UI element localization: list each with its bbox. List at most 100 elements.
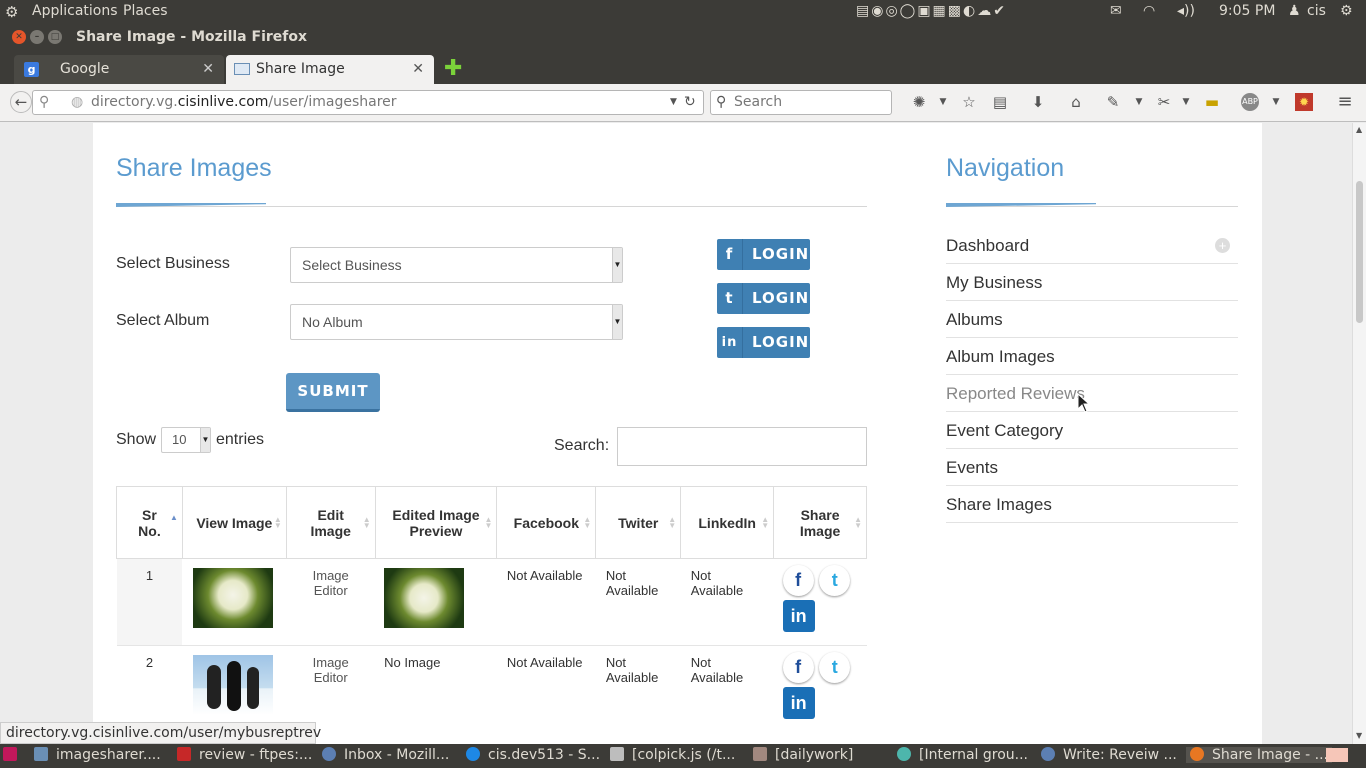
ruler-icon[interactable]: ▬ <box>1203 93 1221 111</box>
sidebar-item-reported-reviews[interactable]: Reported Reviews <box>946 375 1238 412</box>
workspace-switcher[interactable] <box>1326 748 1348 762</box>
share-linkedin-icon[interactable]: in <box>782 687 815 719</box>
applications-menu[interactable]: Applications <box>32 3 118 19</box>
new-tab-icon[interactable]: ✚ <box>444 56 462 81</box>
places-menu[interactable]: Places <box>123 3 168 19</box>
column-header-edited-preview[interactable]: Edited Image Preview ▲ ▼ <box>374 486 498 559</box>
site-identity-icon[interactable]: ⚲ <box>39 91 49 114</box>
sync-icon[interactable]: ✺ <box>910 93 928 111</box>
mail-icon[interactable]: ✉ <box>1110 3 1122 19</box>
sidebar-item-dashboard[interactable]: Dashboard + <box>946 227 1238 264</box>
page-scrollbar[interactable]: ▲ ▼ <box>1352 123 1366 744</box>
share-images-table: Sr No. ▲ View Image ▲ ▼ Edit Image ▲ ▼ Edited… <box>116 486 867 733</box>
sidebar-item-label: Share Images <box>946 495 1052 514</box>
taskbar-item[interactable]: imagesharer.... <box>34 747 161 763</box>
expand-plus-icon[interactable]: + <box>1215 238 1230 253</box>
chevron-down-icon[interactable]: ▼ <box>1130 93 1148 111</box>
taskbar-item[interactable]: review - ftpes:... <box>177 747 312 763</box>
select-album-dropdown[interactable]: No Album ▼ <box>290 304 623 340</box>
scroll-up-icon[interactable]: ▲ <box>1356 125 1362 134</box>
sidebar-item-album-images[interactable]: Album Images <box>946 338 1238 375</box>
cell-edit-image[interactable]: Image Editor <box>286 645 376 733</box>
menu-icon[interactable]: ≡ <box>1336 93 1354 111</box>
column-header-facebook[interactable]: Facebook ▲ ▼ <box>496 486 597 559</box>
home-icon[interactable]: ⌂ <box>1067 93 1085 111</box>
share-twitter-icon[interactable]: t <box>819 652 851 683</box>
volume-icon[interactable]: ◂)) <box>1177 3 1195 19</box>
close-tab-icon[interactable]: ✕ <box>412 55 424 83</box>
google-favicon-icon: g <box>24 62 39 77</box>
minimize-window-icon[interactable]: – <box>30 30 44 44</box>
page-title: Share Images <box>116 154 272 182</box>
wifi-icon[interactable]: ◠ <box>1143 3 1155 19</box>
share-twitter-icon[interactable]: t <box>819 565 851 596</box>
taskbar-item[interactable]: Inbox - Mozill... <box>322 747 449 763</box>
chevron-down-icon[interactable]: ▼ <box>1267 93 1285 111</box>
reload-icon[interactable]: ↻ <box>684 91 696 114</box>
column-header-linkedin[interactable]: LinkedIn ▲ ▼ <box>680 486 775 559</box>
cell-view-image <box>182 558 287 646</box>
taskbar-item-active[interactable]: Share Image - ... <box>1186 747 1332 763</box>
clock[interactable]: 9:05 PM <box>1219 3 1275 19</box>
facebook-login-button[interactable]: f LOGIN <box>717 239 810 270</box>
sidebar-item-events[interactable]: Events <box>946 449 1238 486</box>
column-header-sr-no[interactable]: Sr No. ▲ <box>116 486 183 559</box>
submit-button[interactable]: SUBMIT <box>286 373 380 412</box>
share-linkedin-icon[interactable]: in <box>782 600 815 632</box>
column-header-view-image[interactable]: View Image ▲ ▼ <box>181 486 287 559</box>
bookmarks-list-icon[interactable]: ▤ <box>991 93 1009 111</box>
url-history-dropdown-icon[interactable]: ▼ <box>670 91 677 114</box>
cell-edit-image[interactable]: Image Editor <box>286 558 376 646</box>
taskbar-item[interactable]: [Internal grou... <box>897 747 1028 763</box>
sidebar-item-my-business[interactable]: My Business <box>946 264 1238 301</box>
search-bar[interactable]: ⚲ Search <box>710 90 892 115</box>
sidebar-item-albums[interactable]: Albums <box>946 301 1238 338</box>
taskbar-item[interactable]: Write: Reveiw ... <box>1041 747 1177 763</box>
taskbar-item[interactable]: [colpick.js (/t... <box>610 747 735 763</box>
hydrangea-thumbnail[interactable] <box>193 568 274 628</box>
page-viewport: Share Images Select Business Select Busi… <box>0 123 1352 744</box>
column-header-edit-image[interactable]: Edit Image ▲ ▼ <box>285 486 376 559</box>
maximize-window-icon[interactable]: □ <box>48 30 62 44</box>
linkedin-login-button[interactable]: in LOGIN <box>717 327 810 358</box>
addon-icon[interactable]: ✹ <box>1295 93 1313 111</box>
column-header-share-image[interactable]: Share Image ▲ ▼ <box>773 486 867 559</box>
entries-select[interactable]: 10 ▼ <box>161 427 211 453</box>
share-facebook-icon[interactable]: f <box>782 565 814 596</box>
scroll-down-icon[interactable]: ▼ <box>1356 731 1362 740</box>
twitter-login-button[interactable]: t LOGIN <box>717 283 810 314</box>
sidebar-item-event-category[interactable]: Event Category <box>946 412 1238 449</box>
scrollbar-thumb[interactable] <box>1356 181 1363 323</box>
back-icon[interactable]: ← <box>10 91 32 113</box>
session-gear-icon[interactable]: ⚙ <box>1340 3 1353 19</box>
edited-hydrangea-thumbnail[interactable] <box>384 568 465 628</box>
cell-twitter: Not Available <box>595 645 681 733</box>
chevron-down-icon[interactable]: ▼ <box>1177 93 1195 111</box>
downloads-icon[interactable]: ⬇ <box>1029 93 1047 111</box>
user-icon[interactable]: ♟ <box>1288 3 1301 19</box>
select-business-dropdown[interactable]: Select Business ▼ <box>290 247 623 283</box>
sort-icon: ▲ ▼ <box>273 515 282 530</box>
colorpicker-icon[interactable]: ✎ <box>1104 93 1122 111</box>
developer-tools-icon[interactable]: ✂ <box>1155 93 1173 111</box>
ubuntu-logo-icon[interactable]: ⚙ <box>5 3 18 21</box>
tab-google[interactable]: g Google ✕ <box>14 55 224 84</box>
sidebar-item-share-images[interactable]: Share Images <box>946 486 1238 523</box>
close-window-icon[interactable]: ✕ <box>12 30 26 44</box>
show-desktop-icon[interactable] <box>3 747 25 763</box>
indicator-icons[interactable]: ▤◉◎◯▣▦▩◐☁✔ <box>856 3 1007 19</box>
bookmark-star-icon[interactable]: ☆ <box>960 93 978 111</box>
column-header-twitter[interactable]: Twiter ▲ ▼ <box>595 486 682 559</box>
tab-share-image[interactable]: Share Image ✕ <box>226 55 434 84</box>
penguins-thumbnail[interactable] <box>193 655 274 715</box>
close-tab-icon[interactable]: ✕ <box>202 55 214 83</box>
adblock-icon[interactable]: ABP <box>1241 93 1259 111</box>
share-facebook-icon[interactable]: f <box>782 652 814 683</box>
taskbar-item[interactable]: cis.dev513 - S... <box>466 747 600 763</box>
taskbar-item[interactable]: [dailywork] <box>753 747 853 763</box>
table-search-input[interactable] <box>617 427 867 466</box>
sort-icon: ▲ ▼ <box>362 515 371 530</box>
chevron-down-icon[interactable]: ▼ <box>934 93 952 111</box>
url-bar[interactable]: ⚲ ◍ directory.vg.cisinlive.com/user/imag… <box>32 90 704 115</box>
user-name[interactable]: cis <box>1307 3 1326 19</box>
